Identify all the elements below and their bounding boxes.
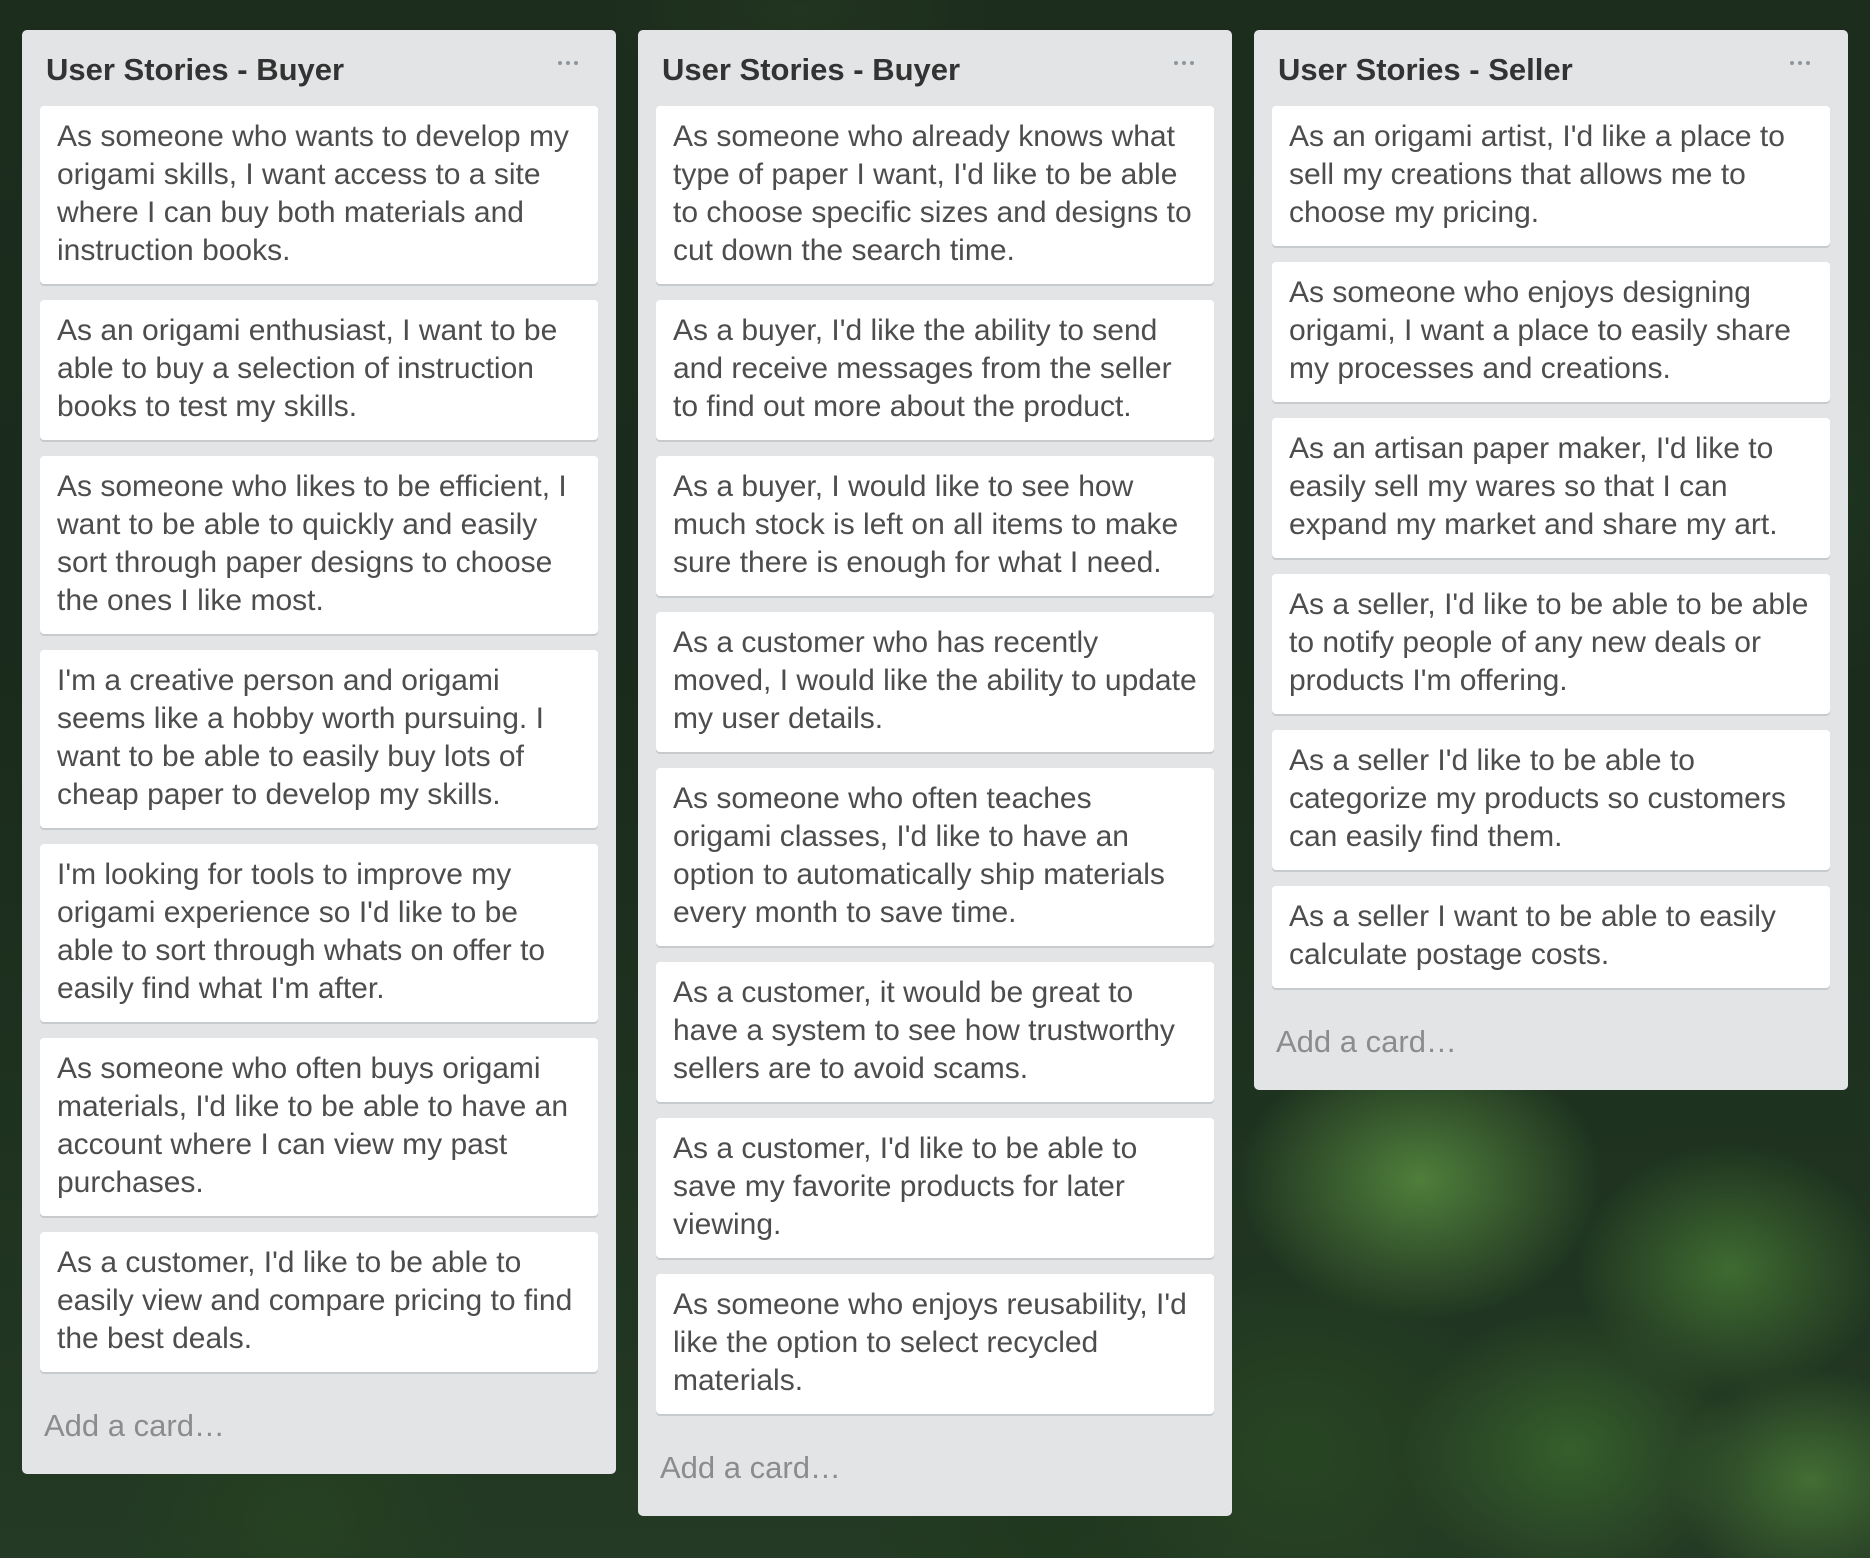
list-menu-button[interactable]	[1778, 48, 1822, 78]
more-horizontal-icon	[1790, 61, 1810, 65]
card-list: As an origami artist, I'd like a place t…	[1272, 106, 1830, 1004]
list-header: User Stories - Buyer	[40, 30, 598, 106]
card[interactable]: As a seller, I'd like to be able to be a…	[1272, 574, 1830, 714]
list-header: User Stories - Seller	[1272, 30, 1830, 106]
card[interactable]: As a customer, it would be great to have…	[656, 962, 1214, 1102]
card[interactable]: As someone who likes to be efficient, I …	[40, 456, 598, 634]
more-horizontal-icon	[558, 61, 578, 65]
card-list: As someone who already knows what type o…	[656, 106, 1214, 1430]
list-user-stories-buyer-1: User Stories - Buyer As someone who want…	[22, 30, 616, 1474]
list-menu-button[interactable]	[1162, 48, 1206, 78]
card[interactable]: As someone who enjoys designing origami,…	[1272, 262, 1830, 402]
card[interactable]: As a seller I want to be able to easily …	[1272, 886, 1830, 988]
board: User Stories - Buyer As someone who want…	[0, 0, 1870, 1558]
card[interactable]: As an origami enthusiast, I want to be a…	[40, 300, 598, 440]
card[interactable]: I'm looking for tools to improve my orig…	[40, 844, 598, 1022]
card[interactable]: As someone who wants to develop my origa…	[40, 106, 598, 284]
card[interactable]: As a customer, I'd like to be able to sa…	[656, 1118, 1214, 1258]
list-title[interactable]: User Stories - Buyer	[662, 50, 960, 90]
card[interactable]: As a customer who has recently moved, I …	[656, 612, 1214, 752]
card[interactable]: As a customer, I'd like to be able to ea…	[40, 1232, 598, 1372]
card[interactable]: As someone who already knows what type o…	[656, 106, 1214, 284]
card[interactable]: As an origami artist, I'd like a place t…	[1272, 106, 1830, 246]
card[interactable]: As someone who often buys origami materi…	[40, 1038, 598, 1216]
more-horizontal-icon	[1174, 61, 1194, 65]
add-card-button[interactable]: Add a card…	[656, 1430, 1214, 1516]
add-card-button[interactable]: Add a card…	[40, 1388, 598, 1474]
card[interactable]: As a buyer, I'd like the ability to send…	[656, 300, 1214, 440]
list-title[interactable]: User Stories - Buyer	[46, 50, 344, 90]
card[interactable]: As a seller I'd like to be able to categ…	[1272, 730, 1830, 870]
list-header: User Stories - Buyer	[656, 30, 1214, 106]
add-card-button[interactable]: Add a card…	[1272, 1004, 1830, 1090]
list-user-stories-buyer-2: User Stories - Buyer As someone who alre…	[638, 30, 1232, 1516]
card[interactable]: As someone who enjoys reusability, I'd l…	[656, 1274, 1214, 1414]
list-title[interactable]: User Stories - Seller	[1278, 50, 1573, 90]
card[interactable]: As a buyer, I would like to see how much…	[656, 456, 1214, 596]
list-menu-button[interactable]	[546, 48, 590, 78]
card[interactable]: As someone who often teaches origami cla…	[656, 768, 1214, 946]
card[interactable]: I'm a creative person and origami seems …	[40, 650, 598, 828]
card-list: As someone who wants to develop my origa…	[40, 106, 598, 1388]
card[interactable]: As an artisan paper maker, I'd like to e…	[1272, 418, 1830, 558]
list-user-stories-seller: User Stories - Seller As an origami arti…	[1254, 30, 1848, 1090]
